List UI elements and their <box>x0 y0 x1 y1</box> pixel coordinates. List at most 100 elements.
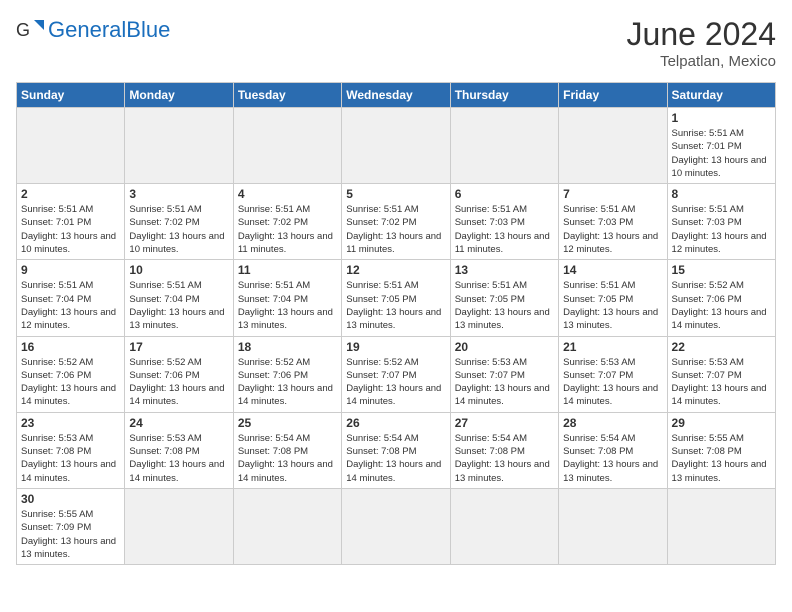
day-number: 9 <box>21 263 120 277</box>
calendar-day-cell: 14 Sunrise: 5:51 AMSunset: 7:05 PMDayligh… <box>559 260 667 336</box>
calendar-day-cell: 5 Sunrise: 5:51 AMSunset: 7:02 PMDaylight… <box>342 184 450 260</box>
day-info: Sunrise: 5:51 AMSunset: 7:04 PMDaylight:… <box>238 279 337 332</box>
day-info: Sunrise: 5:51 AMSunset: 7:03 PMDaylight:… <box>455 203 554 256</box>
calendar-day-cell: 4 Sunrise: 5:51 AMSunset: 7:02 PMDaylight… <box>233 184 341 260</box>
calendar-day-cell: 9Sunrise: 5:51 AMSunset: 7:04 PMDaylight… <box>17 260 125 336</box>
calendar-day-cell: 7 Sunrise: 5:51 AMSunset: 7:03 PMDaylight… <box>559 184 667 260</box>
day-number: 16 <box>21 340 120 354</box>
day-info: Sunrise: 5:51 AMSunset: 7:01 PMDaylight:… <box>672 127 771 180</box>
day-info: Sunrise: 5:55 AMSunset: 7:08 PMDaylight:… <box>672 432 771 485</box>
day-info: Sunrise: 5:54 AMSunset: 7:08 PMDaylight:… <box>455 432 554 485</box>
weekday-header: Sunday <box>17 83 125 108</box>
weekday-header: Wednesday <box>342 83 450 108</box>
day-info: Sunrise: 5:51 AMSunset: 7:02 PMDaylight:… <box>346 203 445 256</box>
day-number: 26 <box>346 416 445 430</box>
calendar-day-cell: 8 Sunrise: 5:51 AMSunset: 7:03 PMDaylight… <box>667 184 775 260</box>
weekday-header: Tuesday <box>233 83 341 108</box>
calendar-day-cell: 13Sunrise: 5:51 AMSunset: 7:05 PMDayligh… <box>450 260 558 336</box>
calendar-day-cell: 29 Sunrise: 5:55 AMSunset: 7:08 PMDayligh… <box>667 412 775 488</box>
logo-icon: G <box>16 16 44 44</box>
calendar-day-cell: 1Sunrise: 5:51 AMSunset: 7:01 PMDaylight… <box>667 108 775 184</box>
day-info: Sunrise: 5:53 AMSunset: 7:08 PMDaylight:… <box>129 432 228 485</box>
title-block: June 2024 Telpatlan, Mexico <box>627 16 776 70</box>
day-number: 4 <box>238 187 337 201</box>
logo-text: GeneralBlue <box>48 19 170 41</box>
calendar-day-cell: 19 Sunrise: 5:52 AMSunset: 7:07 PMDayligh… <box>342 336 450 412</box>
day-number: 27 <box>455 416 554 430</box>
calendar-day-cell <box>450 488 558 564</box>
calendar-week-row: 9 Sunrise: 5:51 AMSunset: 7:04 PMDaylight… <box>17 260 776 336</box>
calendar-day-cell <box>342 488 450 564</box>
weekday-header: Monday <box>125 83 233 108</box>
day-number: 19 <box>346 340 445 354</box>
calendar-day-cell: 11Sunrise: 5:51 AMSunset: 7:04 PMDayligh… <box>233 260 341 336</box>
day-number: 14 <box>563 263 662 277</box>
day-info: Sunrise: 5:52 AMSunset: 7:06 PMDaylight:… <box>238 356 337 409</box>
calendar-day-cell <box>342 108 450 184</box>
day-number: 22 <box>672 340 771 354</box>
calendar-day-cell <box>559 108 667 184</box>
day-info: Sunrise: 5:52 AMSunset: 7:07 PMDaylight:… <box>346 356 445 409</box>
calendar-day-cell: 10Sunrise: 5:51 AMSunset: 7:04 PMDayligh… <box>125 260 233 336</box>
day-number: 15 <box>672 263 771 277</box>
weekday-header: Friday <box>559 83 667 108</box>
calendar-day-cell: 2 Sunrise: 5:51 AMSunset: 7:01 PMDaylight… <box>17 184 125 260</box>
weekday-header: Saturday <box>667 83 775 108</box>
calendar-table: SundayMondayTuesdayWednesdayThursdayFrid… <box>16 82 776 565</box>
calendar-day-cell <box>450 108 558 184</box>
calendar-day-cell: 22 Sunrise: 5:53 AMSunset: 7:07 PMDayligh… <box>667 336 775 412</box>
day-info: Sunrise: 5:51 AMSunset: 7:03 PMDaylight:… <box>563 203 662 256</box>
calendar-day-cell: 26 Sunrise: 5:54 AMSunset: 7:08 PMDayligh… <box>342 412 450 488</box>
day-info: Sunrise: 5:51 AMSunset: 7:03 PMDaylight:… <box>672 203 771 256</box>
day-number: 29 <box>672 416 771 430</box>
day-info: Sunrise: 5:51 AMSunset: 7:01 PMDaylight:… <box>21 203 120 256</box>
day-number: 30 <box>21 492 120 506</box>
day-info: Sunrise: 5:51 AMSunset: 7:02 PMDaylight:… <box>129 203 228 256</box>
day-number: 3 <box>129 187 228 201</box>
day-number: 2 <box>21 187 120 201</box>
calendar-week-row: 16 Sunrise: 5:52 AMSunset: 7:06 PMDayligh… <box>17 336 776 412</box>
day-number: 6 <box>455 187 554 201</box>
calendar-day-cell: 21Sunrise: 5:53 AMSunset: 7:07 PMDayligh… <box>559 336 667 412</box>
day-info: Sunrise: 5:51 AMSunset: 7:05 PMDaylight:… <box>563 279 662 332</box>
day-number: 12 <box>346 263 445 277</box>
day-number: 5 <box>346 187 445 201</box>
calendar-week-row: 30 Sunrise: 5:55 AMSunset: 7:09 PMDayligh… <box>17 488 776 564</box>
calendar-day-cell: 18 Sunrise: 5:52 AMSunset: 7:06 PMDayligh… <box>233 336 341 412</box>
day-info: Sunrise: 5:52 AMSunset: 7:06 PMDaylight:… <box>672 279 771 332</box>
calendar-day-cell: 17 Sunrise: 5:52 AMSunset: 7:06 PMDayligh… <box>125 336 233 412</box>
month-title: June 2024 <box>627 16 776 53</box>
day-info: Sunrise: 5:53 AMSunset: 7:08 PMDaylight:… <box>21 432 120 485</box>
calendar-day-cell <box>17 108 125 184</box>
day-number: 10 <box>129 263 228 277</box>
calendar-day-cell: 6 Sunrise: 5:51 AMSunset: 7:03 PMDaylight… <box>450 184 558 260</box>
weekday-header-row: SundayMondayTuesdayWednesdayThursdayFrid… <box>17 83 776 108</box>
calendar-day-cell <box>559 488 667 564</box>
calendar-day-cell: 24Sunrise: 5:53 AMSunset: 7:08 PMDayligh… <box>125 412 233 488</box>
day-number: 20 <box>455 340 554 354</box>
day-info: Sunrise: 5:51 AMSunset: 7:02 PMDaylight:… <box>238 203 337 256</box>
day-info: Sunrise: 5:53 AMSunset: 7:07 PMDaylight:… <box>672 356 771 409</box>
day-number: 17 <box>129 340 228 354</box>
weekday-header: Thursday <box>450 83 558 108</box>
day-number: 8 <box>672 187 771 201</box>
day-number: 23 <box>21 416 120 430</box>
page-header: G GeneralBlue June 2024 Telpatlan, Mexic… <box>16 16 776 70</box>
calendar-week-row: 2 Sunrise: 5:51 AMSunset: 7:01 PMDaylight… <box>17 184 776 260</box>
calendar-day-cell: 27 Sunrise: 5:54 AMSunset: 7:08 PMDayligh… <box>450 412 558 488</box>
day-number: 25 <box>238 416 337 430</box>
calendar-day-cell <box>125 108 233 184</box>
day-info: Sunrise: 5:54 AMSunset: 7:08 PMDaylight:… <box>346 432 445 485</box>
day-info: Sunrise: 5:55 AMSunset: 7:09 PMDaylight:… <box>21 508 120 561</box>
day-number: 7 <box>563 187 662 201</box>
svg-text:G: G <box>16 20 30 40</box>
calendar-day-cell: 16Sunrise: 5:52 AMSunset: 7:06 PMDayligh… <box>17 336 125 412</box>
calendar-day-cell <box>233 108 341 184</box>
day-info: Sunrise: 5:51 AMSunset: 7:05 PMDaylight:… <box>455 279 554 332</box>
calendar-day-cell: 23 Sunrise: 5:53 AMSunset: 7:08 PMDayligh… <box>17 412 125 488</box>
day-info: Sunrise: 5:53 AMSunset: 7:07 PMDaylight:… <box>455 356 554 409</box>
calendar-day-cell <box>233 488 341 564</box>
day-number: 18 <box>238 340 337 354</box>
day-info: Sunrise: 5:52 AMSunset: 7:06 PMDaylight:… <box>129 356 228 409</box>
calendar-week-row: 23 Sunrise: 5:53 AMSunset: 7:08 PMDayligh… <box>17 412 776 488</box>
